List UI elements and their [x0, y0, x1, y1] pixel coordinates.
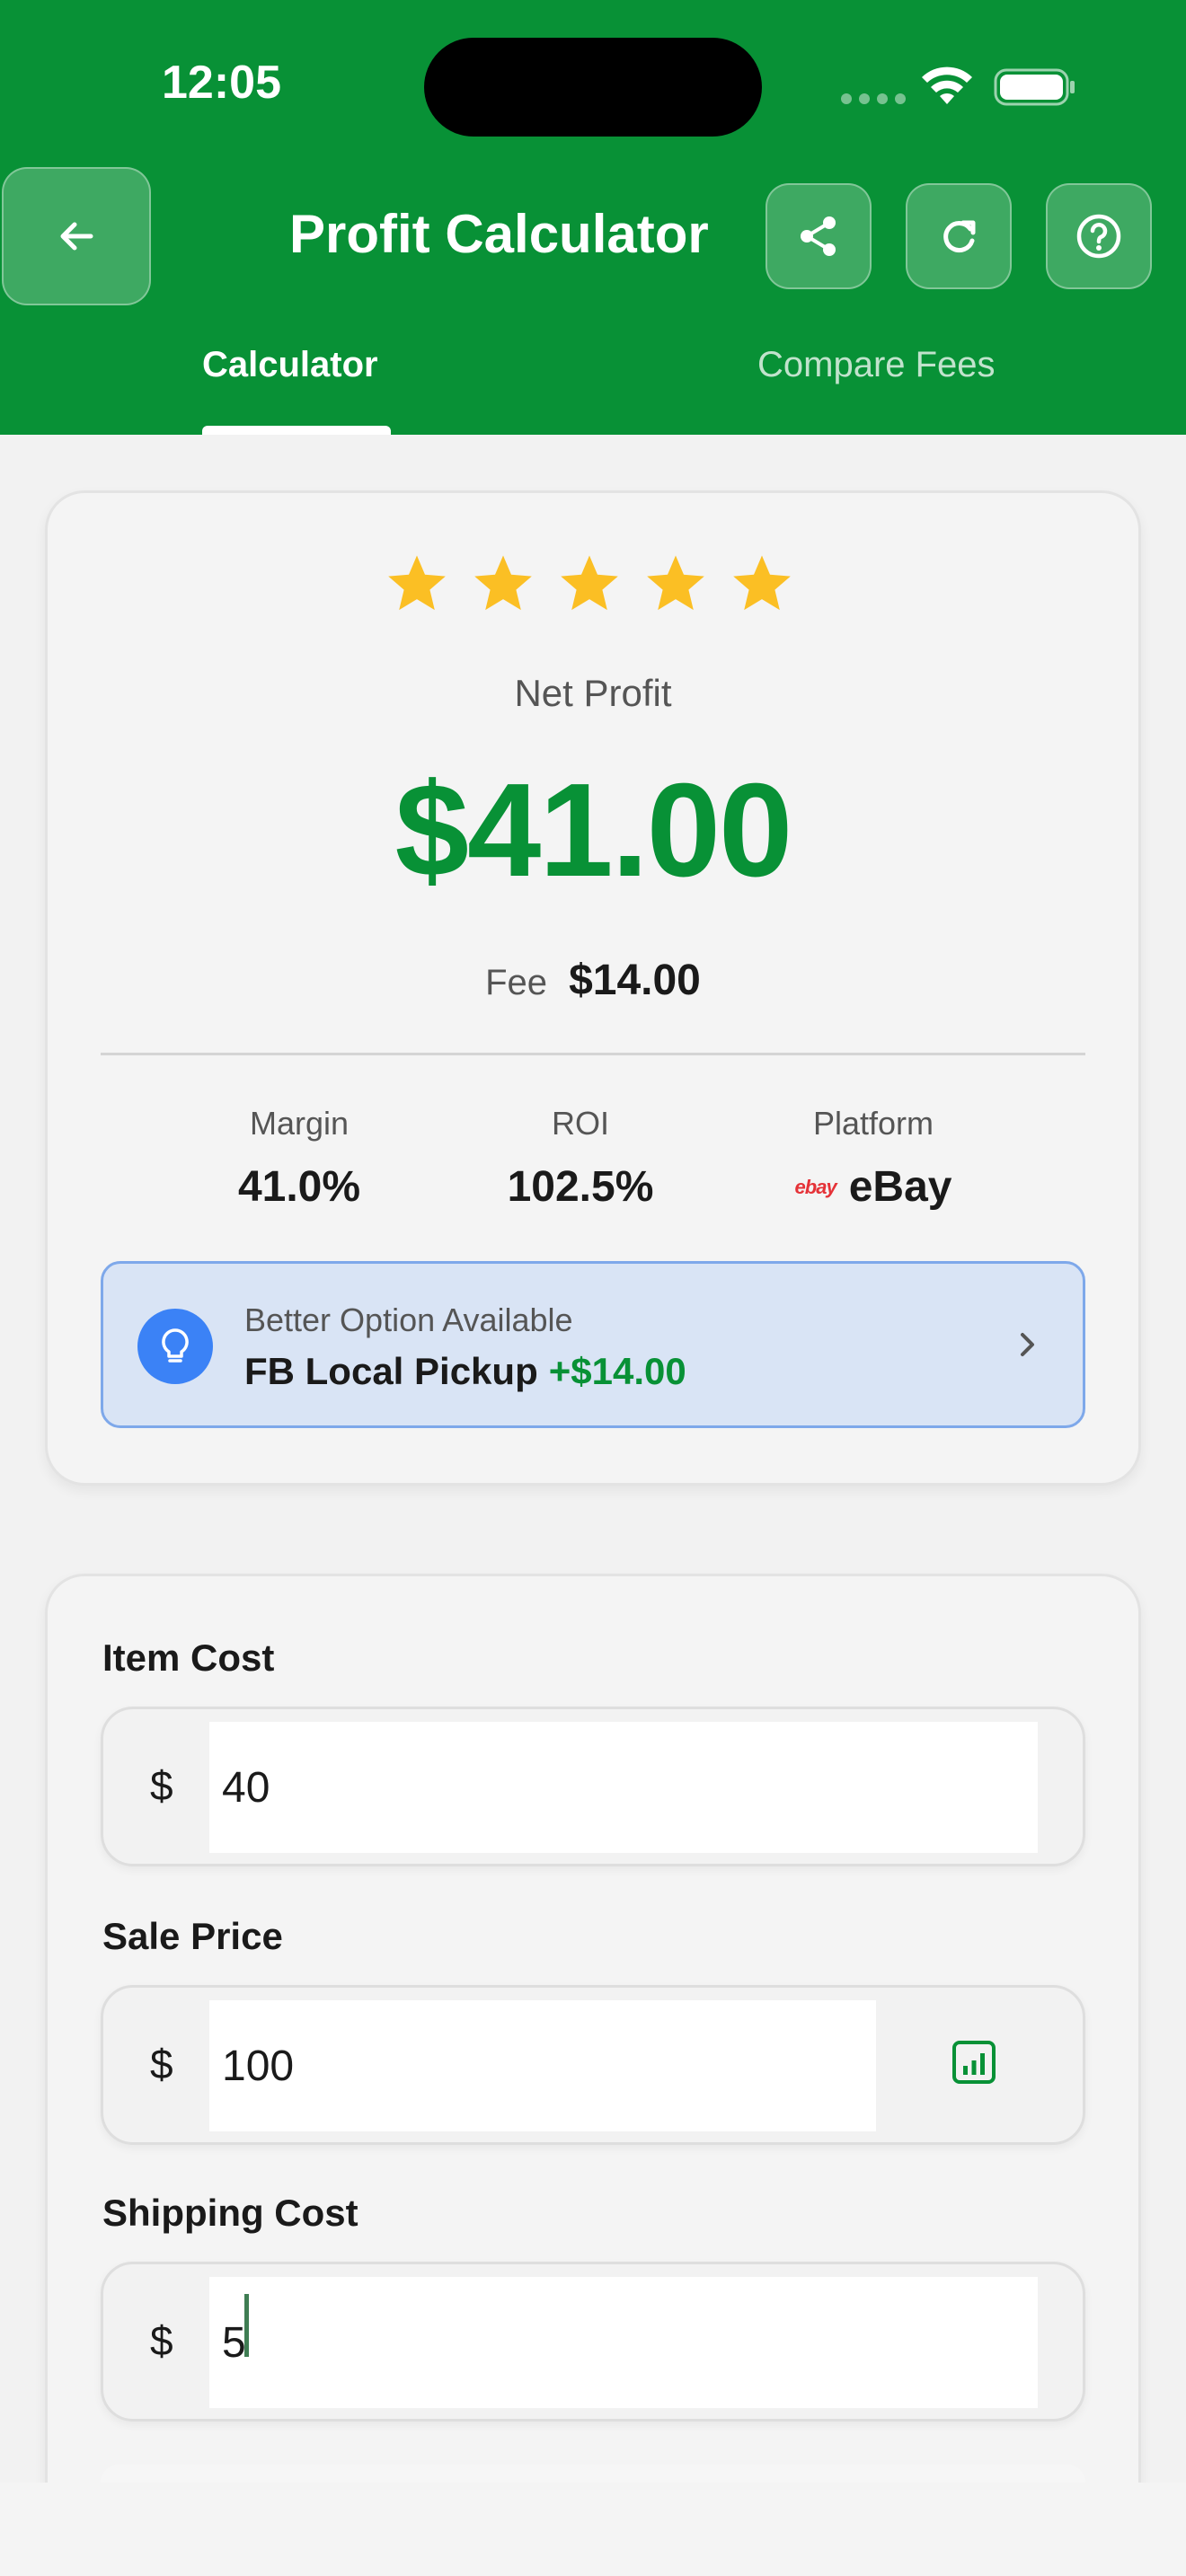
tab-calculator[interactable]: Calculator	[202, 345, 378, 385]
active-tab-indicator	[202, 426, 391, 435]
sale-price-field: $	[101, 1985, 1085, 2145]
fee-row: Fee $14.00	[0, 956, 1186, 1005]
lightbulb-icon	[137, 1309, 213, 1384]
better-option-title: Better Option Available	[244, 1301, 573, 1338]
ebay-logo-icon: ebay	[794, 1175, 837, 1198]
rating-stars	[385, 551, 794, 616]
star-icon	[647, 555, 704, 611]
fee-value: $14.00	[569, 957, 701, 1004]
currency-symbol: $	[150, 2041, 173, 2087]
margin-value: 41.0%	[237, 1163, 361, 1211]
star-icon	[561, 555, 618, 611]
stat-margin: Margin 41.0%	[209, 1105, 389, 1212]
better-option-banner[interactable]: Better Option Available FB Local Pickup +…	[101, 1261, 1085, 1428]
help-icon	[1076, 214, 1121, 259]
net-profit-value: $41.00	[394, 756, 793, 904]
divider	[101, 1053, 1085, 1055]
stat-platform: Platform ebay eBay	[783, 1105, 963, 1212]
star-icon	[474, 555, 532, 611]
roi-label: ROI	[551, 1105, 609, 1142]
fee-label: Fee	[485, 963, 548, 1002]
star-icon	[733, 555, 791, 611]
margin-label: Margin	[249, 1105, 350, 1142]
status-time: 12:05	[162, 57, 281, 109]
tab-compare-fees[interactable]: Compare Fees	[757, 345, 996, 385]
price-chart-icon[interactable]	[945, 2033, 1003, 2091]
star-icon	[388, 555, 446, 611]
refresh-icon	[943, 220, 976, 253]
chevron-right-icon	[1021, 1333, 1034, 1356]
currency-symbol: $	[150, 2317, 173, 2364]
refresh-button[interactable]	[906, 183, 1012, 289]
net-profit-label: Net Profit	[514, 672, 672, 714]
next-card	[101, 2465, 1085, 2483]
share-icon	[801, 216, 836, 256]
better-option-delta: +$14.00	[548, 1350, 686, 1392]
sale-price-input[interactable]	[209, 2000, 876, 2131]
back-button[interactable]	[2, 167, 151, 305]
wifi-icon	[922, 66, 972, 104]
platform-label: Platform	[812, 1105, 934, 1142]
item-cost-input[interactable]	[209, 1722, 1038, 1853]
roi-value: 102.5%	[507, 1163, 654, 1211]
bottom-area	[0, 2483, 1186, 2576]
item-cost-field: $	[101, 1707, 1085, 1866]
platform-value: eBay	[848, 1163, 952, 1211]
currency-symbol: $	[150, 1762, 173, 1809]
battery-icon	[994, 68, 1075, 106]
page-title: Profit Calculator	[289, 204, 709, 264]
arrow-left-icon	[60, 222, 93, 251]
share-button[interactable]	[766, 183, 872, 289]
dynamic-island	[424, 38, 762, 137]
sale-price-label: Sale Price	[102, 1915, 283, 1957]
shipping-cost-input[interactable]	[209, 2277, 1038, 2408]
cellular-signal-icon	[841, 93, 906, 104]
stat-roi: ROI 102.5%	[491, 1105, 670, 1212]
shipping-cost-label: Shipping Cost	[102, 2192, 358, 2234]
better-option-name: FB Local Pickup	[244, 1350, 538, 1392]
item-cost-label: Item Cost	[102, 1636, 275, 1679]
help-button[interactable]	[1046, 183, 1152, 289]
text-cursor	[244, 2294, 249, 2357]
app-header: 12:05 Profit Calculator Calculator Compa…	[0, 0, 1186, 435]
